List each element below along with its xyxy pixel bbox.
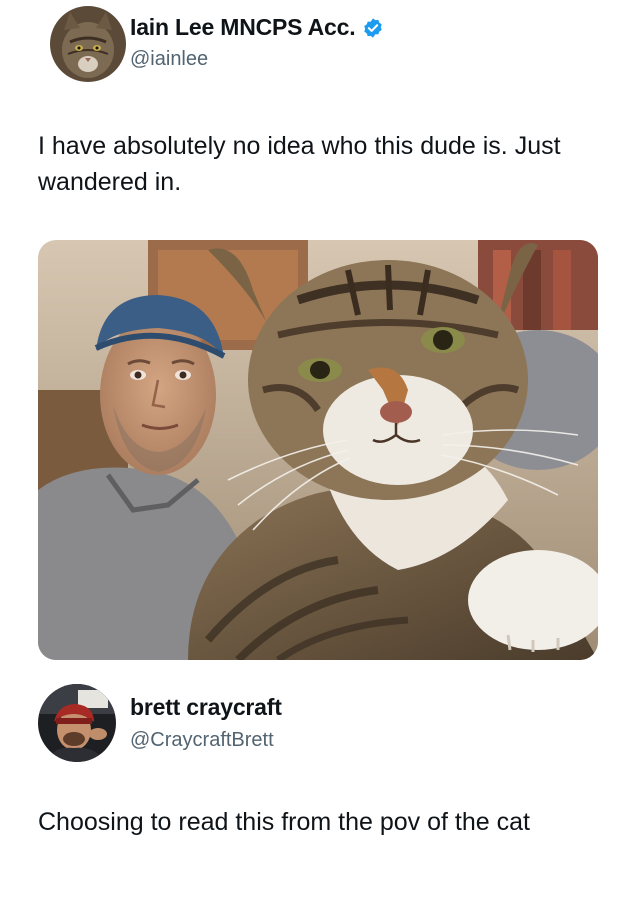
cat-selfie-photo[interactable]	[38, 240, 598, 660]
author-handle[interactable]: @CraycraftBrett	[130, 729, 274, 752]
verified-badge-icon	[362, 17, 384, 39]
post-text: I have absolutely no idea who this dude …	[38, 132, 561, 196]
original-post: Iain Lee MNCPS Acc. @iainlee I have abso…	[0, 0, 634, 660]
post-header: brett craycraft @CraycraftBrett	[0, 676, 634, 766]
post-header: Iain Lee MNCPS Acc. @iainlee	[0, 0, 634, 90]
author-name-row[interactable]: Iain Lee MNCPS Acc.	[130, 14, 384, 41]
person-avatar-icon[interactable]	[38, 684, 116, 762]
author-display-name[interactable]: Iain Lee MNCPS Acc.	[130, 14, 356, 41]
author-handle[interactable]: @iainlee	[130, 48, 208, 71]
post-text: Choosing to read this from the pov of th…	[38, 808, 530, 836]
author-name-row[interactable]: brett craycraft	[130, 694, 282, 721]
author-display-name[interactable]: brett craycraft	[130, 694, 282, 721]
reply-post: brett craycraft @CraycraftBrett Choosing…	[0, 676, 634, 836]
cat-avatar-icon[interactable]	[50, 6, 126, 82]
